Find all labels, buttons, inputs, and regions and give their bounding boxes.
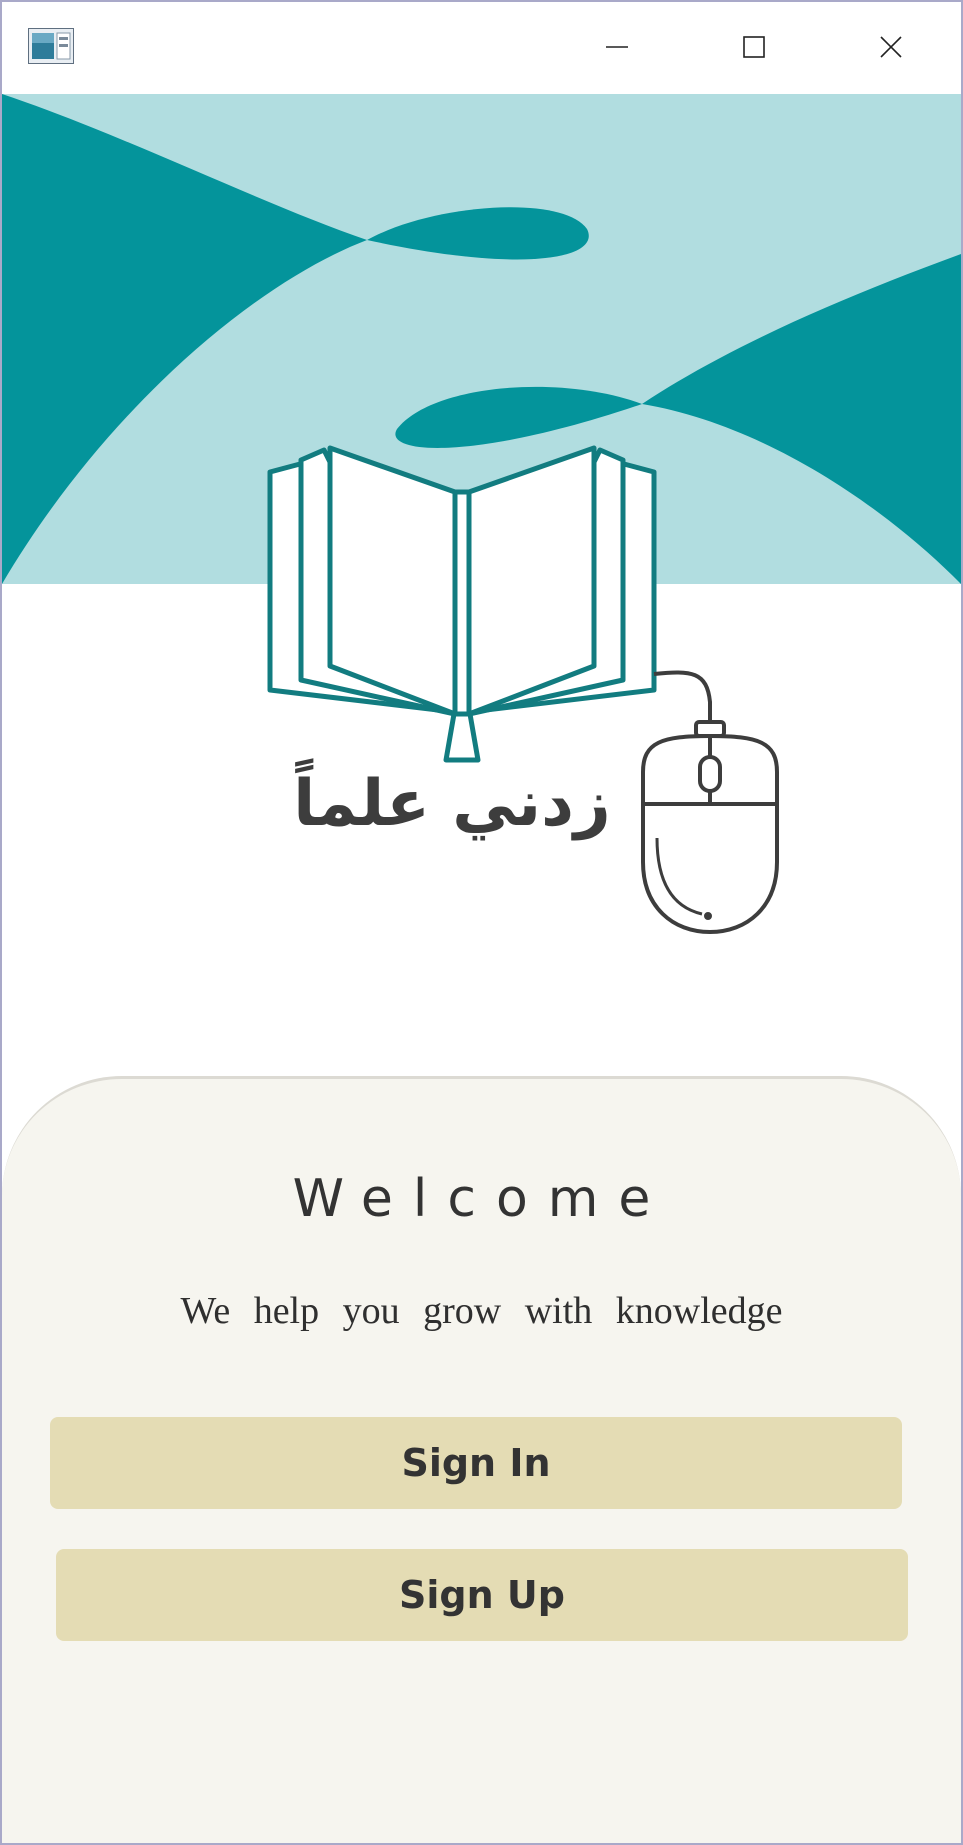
brand-name-arabic: زدني علماً <box>293 767 611 841</box>
logo-book-mouse <box>267 445 779 935</box>
welcome-heading: Welcome <box>292 1169 671 1229</box>
close-icon <box>880 36 902 58</box>
sign-up-button[interactable]: Sign Up <box>56 1549 908 1641</box>
open-book-icon <box>267 445 657 763</box>
minimize-button[interactable] <box>557 2 677 92</box>
app-window-icon <box>28 28 74 64</box>
tagline-text: We help you grow with knowledge <box>180 1290 783 1332</box>
mouse-cable <box>653 670 712 722</box>
close-button[interactable] <box>831 2 951 92</box>
maximize-button[interactable] <box>694 2 814 92</box>
maximize-icon <box>743 36 765 58</box>
computer-mouse-icon <box>641 720 779 935</box>
minimize-icon <box>606 46 628 48</box>
sign-in-button[interactable]: Sign In <box>50 1417 902 1509</box>
app-window: زدني علماً Welcome We help you grow with… <box>0 0 963 1845</box>
welcome-panel: Welcome We help you grow with knowledge … <box>2 1076 961 1843</box>
title-bar[interactable] <box>2 2 961 94</box>
